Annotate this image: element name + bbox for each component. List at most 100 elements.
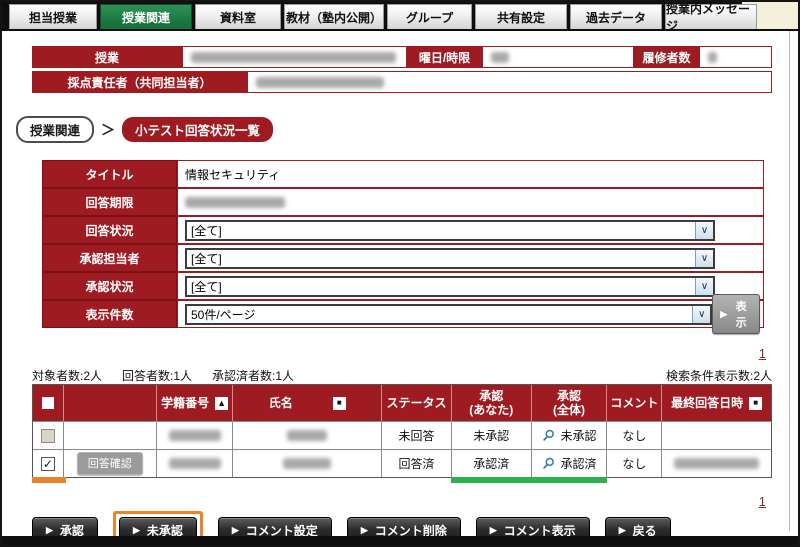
answer-status-select[interactable]: [全て] ∨ [185, 220, 715, 241]
row-checkbox-disabled [41, 429, 55, 443]
per-page-label: 表示件数 [42, 300, 177, 328]
redacted-name [283, 458, 331, 469]
deadline-value [177, 188, 764, 216]
last-answer-header: 最終回答日時 ■ [661, 385, 771, 421]
redacted-name [287, 430, 327, 441]
chevron-down-icon[interactable]: ∨ [695, 278, 713, 295]
deadline-label: 回答期限 [42, 188, 177, 216]
page-link-bottom[interactable]: 1 [759, 494, 766, 509]
class-value [182, 46, 407, 68]
green-underline-bar [451, 477, 532, 483]
approval-all-line1: 承認 [557, 389, 581, 403]
answer-status-label: 回答状況 [42, 216, 177, 244]
chevron-down-icon[interactable]: ∨ [695, 250, 713, 267]
name-header-label: 氏名 [269, 396, 293, 410]
green-underline-bar [531, 477, 608, 483]
answer-status-selected: [全て] [191, 222, 222, 239]
arrow-icon: ▶ [490, 526, 497, 535]
breadcrumb-separator-icon: ＞ [101, 120, 115, 140]
comment-header: コメント [606, 385, 661, 421]
approver-select[interactable]: [全て] ∨ [185, 248, 715, 269]
window-bottom-bar [2, 536, 798, 545]
row1-action-cell [63, 422, 156, 449]
stat-filtered: 検索条件表示数:2人 [666, 367, 772, 384]
arrow-icon: ▶ [46, 526, 53, 535]
name-header: 氏名 ■ [232, 385, 381, 421]
action-column-header [63, 385, 156, 421]
approval-status-label: 承認状況 [42, 272, 177, 300]
row-checkbox-checked[interactable]: ✓ [41, 457, 55, 471]
orange-highlight-bar [32, 477, 66, 483]
row2-last-answer-cell [661, 450, 771, 477]
day-period-value [482, 46, 634, 68]
magnifier-icon[interactable] [542, 457, 555, 470]
status-header: ステータス [381, 385, 451, 421]
approval-you-line2: (あなた) [469, 403, 513, 417]
student-id-header-label: 学籍番号 [161, 396, 209, 410]
chevron-down-icon[interactable]: ∨ [695, 222, 713, 239]
breadcrumb-parent[interactable]: 授業関連 [16, 116, 94, 143]
row1-approval-all-label: 未承認 [561, 427, 597, 444]
show-button[interactable]: ▶ 表示 [712, 294, 760, 334]
tab-class-messages[interactable]: 授業内メッセージ [665, 4, 757, 29]
page-link-top[interactable]: 1 [759, 346, 766, 361]
arrow-icon: ▶ [619, 526, 626, 535]
row2-approval-you-label: 承認済 [473, 455, 509, 472]
per-page-select[interactable]: 50件/ページ ∨ [185, 304, 712, 325]
redacted-student-id [169, 430, 221, 441]
row1-checkbox-cell [33, 422, 63, 449]
select-all-header [33, 385, 63, 421]
enrolled-value [699, 46, 772, 68]
grader-label: 採点責任者（共同担当者） [32, 71, 247, 93]
redacted-class-name [191, 52, 396, 63]
stat-approved: 承認済者数:1人 [212, 367, 294, 384]
check-answer-button[interactable]: 回答確認 [77, 452, 143, 475]
breadcrumb-current: 小テスト回答状況一覧 [122, 117, 273, 142]
approval-status-select[interactable]: [全て] ∨ [185, 276, 715, 297]
row2-action-cell: 回答確認 [63, 450, 156, 477]
chevron-down-icon[interactable]: ∨ [692, 306, 710, 323]
row2-checkbox-cell: ✓ [33, 450, 63, 477]
arrow-icon: ▶ [361, 526, 368, 535]
row2-approval-all-label: 承認済 [561, 455, 597, 472]
row2-approval-you-cell: 承認済 [451, 450, 531, 477]
redacted-day [491, 52, 509, 63]
row1-student-id-cell [156, 422, 233, 449]
row1-approval-you-cell: 未承認 [451, 422, 531, 449]
stat-responders: 回答者数:1人 [122, 367, 192, 384]
tab-library[interactable]: 資料室 [195, 4, 281, 29]
row1-comment-cell: なし [606, 422, 661, 449]
row2-name-cell [232, 450, 381, 477]
tab-shared-settings[interactable]: 共有設定 [475, 4, 567, 29]
last-answer-header-label: 最終回答日時 [671, 396, 743, 410]
tab-group[interactable]: グループ [387, 4, 472, 29]
per-page-selected: 50件/ページ [191, 306, 255, 323]
app-window: 担当授業 授業関連 資料室 教材（塾内公開） グループ 共有設定 過去データ 授… [0, 0, 800, 547]
tab-materials[interactable]: 教材（塾内公開） [284, 4, 384, 29]
grader-value [247, 71, 772, 93]
response-status-table: 学籍番号 ▲ 氏名 ■ ステータス 承認 (あなた) 承認 (全体) コメント [32, 384, 772, 478]
tab-past-data[interactable]: 過去データ [570, 4, 662, 29]
row2-status-cell: 回答済 [381, 450, 451, 477]
sort-icon[interactable]: ■ [749, 397, 762, 410]
breadcrumb: 授業関連 ＞ 小テスト回答状況一覧 [16, 116, 273, 143]
course-info-table: 授業 曜日/時限 履修者数 採点責任者（共同担当者） [32, 46, 772, 96]
table-row: ✓ 回答確認 回答済 承認済 承認済 なし [33, 449, 771, 477]
main-tab-bar: 担当授業 授業関連 資料室 教材（塾内公開） グループ 共有設定 過去データ 授… [2, 2, 798, 31]
sort-icon[interactable]: ■ [333, 397, 346, 410]
select-all-checkbox[interactable] [42, 397, 54, 409]
stat-targets: 対象者数:2人 [32, 367, 102, 384]
approval-status-selected: [全て] [191, 278, 222, 295]
tab-class-related[interactable]: 授業関連 [100, 4, 192, 29]
magnifier-icon[interactable] [542, 429, 555, 442]
arrow-icon: ▶ [232, 526, 239, 535]
approver-cell: [全て] ∨ [177, 244, 764, 272]
stats-bar: 対象者数:2人 回答者数:1人 承認済者数:1人 検索条件表示数:2人 [32, 367, 772, 384]
redacted-student-id [169, 458, 221, 469]
tab-assigned-classes[interactable]: 担当授業 [9, 4, 97, 29]
redacted-last-answer [674, 458, 759, 469]
row1-last-answer-cell [661, 422, 771, 449]
student-id-header: 学籍番号 ▲ [156, 385, 233, 421]
sort-asc-icon[interactable]: ▲ [215, 397, 228, 410]
arrow-icon: ▶ [720, 310, 727, 319]
